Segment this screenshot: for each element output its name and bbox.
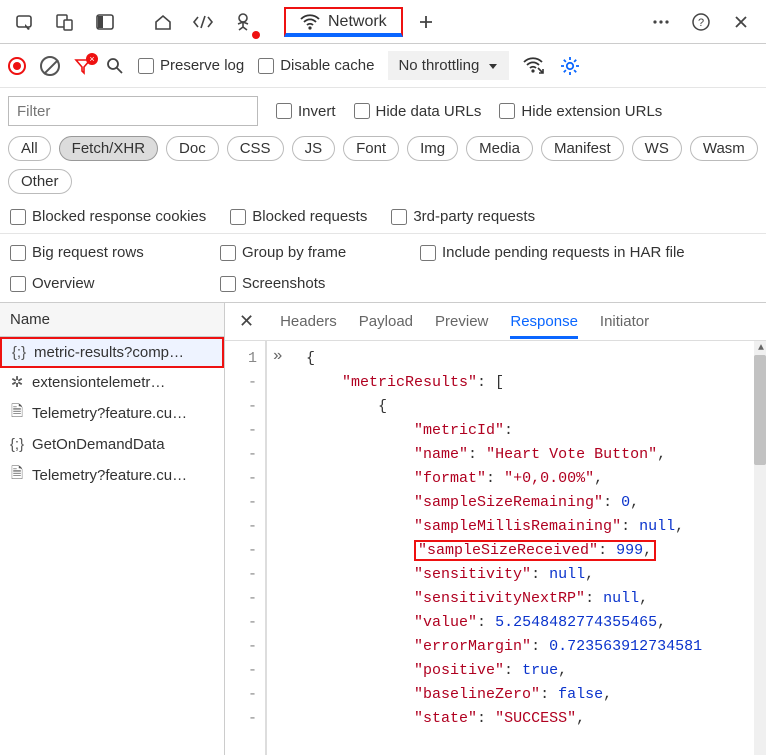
inspect-icon[interactable]	[8, 5, 42, 39]
big-rows-checkbox[interactable]: Big request rows	[10, 244, 220, 261]
devtools-top-bar: Network ?	[0, 0, 766, 44]
record-button[interactable]	[8, 57, 26, 75]
request-label: Telemetry?feature.cu…	[32, 405, 187, 422]
type-filter-row: All Fetch/XHR Doc CSS JS Font Img Media Manifest…	[0, 134, 766, 202]
group-frame-checkbox[interactable]: Group by frame	[220, 244, 420, 261]
settings-icon[interactable]	[559, 55, 581, 77]
blocked-requests-checkbox[interactable]: Blocked requests	[230, 208, 367, 225]
request-label: metric-results?comp…	[34, 344, 184, 361]
scrollbar-thumb[interactable]	[754, 355, 766, 465]
filter-pill-font[interactable]: Font	[343, 136, 399, 161]
view-options-row: Big request rows Overview Group by frame S…	[0, 236, 766, 303]
close-devtools-icon[interactable]	[724, 5, 758, 39]
wifi-icon	[300, 14, 320, 30]
request-list-header: Name	[0, 303, 224, 337]
device-toggle-icon[interactable]	[48, 5, 82, 39]
filter-pill-manifest[interactable]: Manifest	[541, 136, 624, 161]
filter-pill-doc[interactable]: Doc	[166, 136, 219, 161]
welcome-tab-icon[interactable]	[146, 5, 180, 39]
hide-extension-urls-checkbox[interactable]: Hide extension URLs	[499, 103, 662, 120]
filter-pill-wasm[interactable]: Wasm	[690, 136, 758, 161]
filter-pill-all[interactable]: All	[8, 136, 51, 161]
detail-tab-initiator[interactable]: Initiator	[600, 313, 649, 336]
scroll-up-icon[interactable]: ▲	[758, 343, 764, 354]
json-code[interactable]: { "metricResults": [ { "metricId": "name…	[265, 341, 766, 755]
request-row[interactable]: 🗎 Telemetry?feature.cu…	[0, 458, 224, 493]
json-icon: {;}	[8, 436, 26, 453]
detail-tab-preview[interactable]: Preview	[435, 313, 488, 336]
request-label: GetOnDemandData	[32, 436, 165, 453]
screenshots-checkbox[interactable]: Screenshots	[220, 275, 420, 292]
filter-pill-fetchxhr[interactable]: Fetch/XHR	[59, 136, 158, 161]
invert-checkbox[interactable]: Invert	[276, 103, 336, 120]
detail-tab-response[interactable]: Response	[510, 313, 578, 339]
network-main: Name {;} metric-results?comp… ✲ extensionte…	[0, 303, 766, 755]
elements-tab-icon[interactable]	[186, 5, 220, 39]
new-tab-icon[interactable]	[409, 5, 443, 39]
throttling-select[interactable]: No throttling	[388, 51, 509, 80]
request-row[interactable]: {;} GetOnDemandData	[0, 431, 224, 458]
network-conditions-icon[interactable]	[523, 57, 545, 75]
gear-icon: ✲	[8, 373, 26, 391]
filter-pill-media[interactable]: Media	[466, 136, 533, 161]
clear-button[interactable]	[40, 56, 60, 76]
detail-tab-payload[interactable]: Payload	[359, 313, 413, 336]
network-toolbar: × Preserve log Disable cache No throttli…	[0, 44, 766, 88]
dock-side-icon[interactable]	[88, 5, 122, 39]
request-label: Telemetry?feature.cu…	[32, 467, 187, 484]
response-body: 1--------------- » { "metricResults": [ …	[225, 341, 766, 755]
line-gutter: 1---------------	[225, 341, 265, 755]
more-icon[interactable]	[644, 5, 678, 39]
request-row[interactable]: 🗎 Telemetry?feature.cu…	[0, 396, 224, 431]
search-icon[interactable]	[106, 57, 124, 75]
filter-pill-css[interactable]: CSS	[227, 136, 284, 161]
svg-text:?: ?	[698, 17, 704, 29]
filter-pill-img[interactable]: Img	[407, 136, 458, 161]
filter-input[interactable]	[8, 96, 258, 126]
close-detail-icon[interactable]: ✕	[239, 311, 254, 332]
overview-checkbox[interactable]: Overview	[10, 275, 220, 292]
json-icon: {;}	[10, 344, 28, 361]
filter-toggle-icon[interactable]: ×	[74, 57, 92, 75]
filter-pill-other[interactable]: Other	[8, 169, 72, 194]
request-row[interactable]: ✲ extensiontelemetr…	[0, 368, 224, 396]
request-detail: ✕ Headers Payload Preview Response Initiator…	[225, 303, 766, 755]
request-row[interactable]: {;} metric-results?comp…	[0, 337, 224, 368]
include-har-checkbox[interactable]: Include pending requests in HAR file	[420, 244, 756, 261]
blocked-cookies-checkbox[interactable]: Blocked response cookies	[10, 208, 206, 225]
file-icon: 🗎	[8, 401, 26, 426]
hide-data-urls-checkbox[interactable]: Hide data URLs	[354, 103, 482, 120]
detail-tabs: ✕ Headers Payload Preview Response Initiator	[225, 303, 766, 341]
filter-pill-ws[interactable]: WS	[632, 136, 682, 161]
request-list: Name {;} metric-results?comp… ✲ extensionte…	[0, 303, 225, 755]
help-icon[interactable]: ?	[684, 5, 718, 39]
tab-network-label: Network	[328, 13, 387, 31]
request-label: extensiontelemetr…	[32, 374, 165, 391]
detail-tab-headers[interactable]: Headers	[280, 313, 337, 336]
tab-network[interactable]: Network	[284, 7, 403, 37]
preserve-log-checkbox[interactable]: Preserve log	[138, 57, 244, 74]
disable-cache-checkbox[interactable]: Disable cache	[258, 57, 374, 74]
filter-pill-js[interactable]: JS	[292, 136, 336, 161]
sources-tab-icon[interactable]	[226, 5, 260, 39]
file-icon: 🗎	[8, 463, 26, 488]
scrollbar-track[interactable]: ▲	[754, 341, 766, 755]
filter-bar: Invert Hide data URLs Hide extension URL…	[0, 88, 766, 134]
third-party-checkbox[interactable]: 3rd-party requests	[391, 208, 535, 225]
expand-arrows-icon[interactable]: »	[273, 347, 283, 365]
secondary-filter-row: Blocked response cookies Blocked request…	[0, 202, 766, 231]
